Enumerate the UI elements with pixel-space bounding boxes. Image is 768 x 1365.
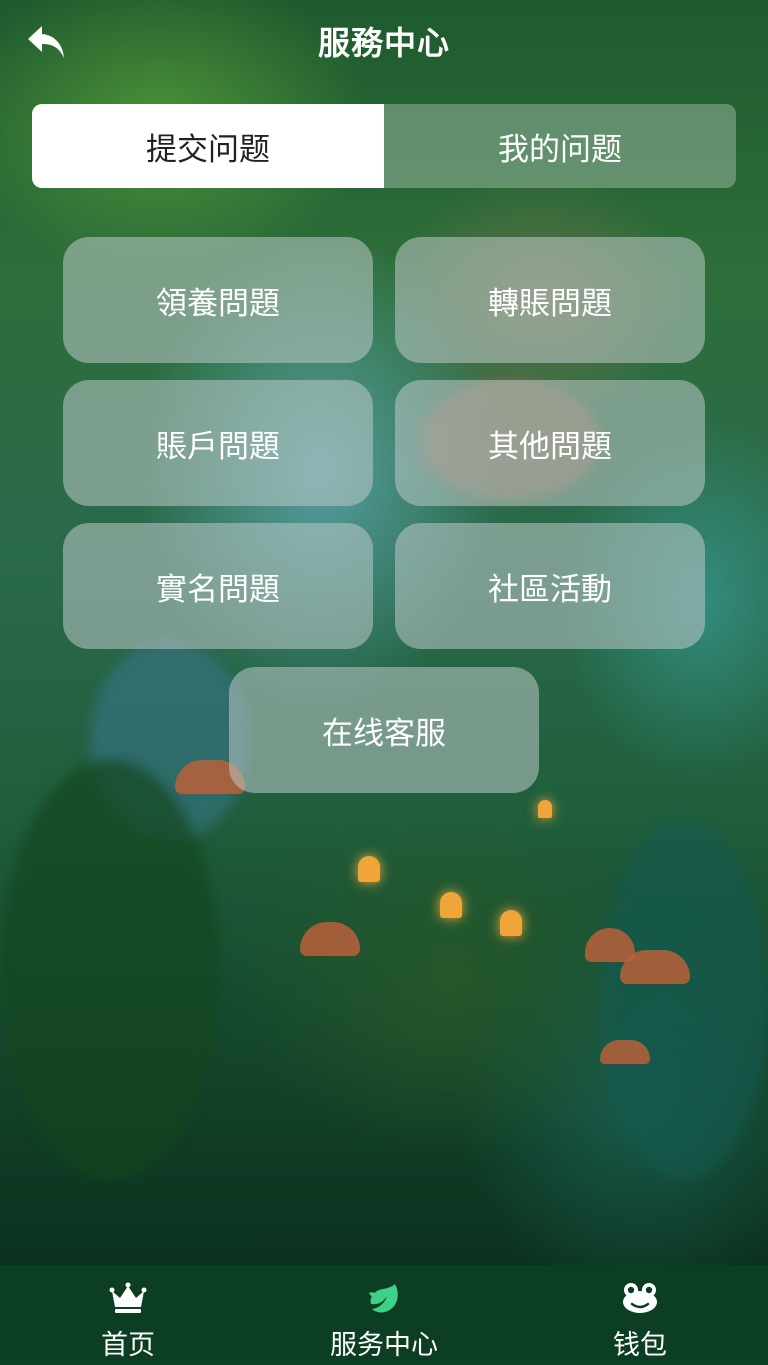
page-title: 服務中心 [317, 24, 450, 62]
adoption-issue-button[interactable]: 領養問題 [63, 237, 373, 363]
crown-icon [109, 1282, 147, 1313]
nav-label-service-center: 服务中心 [330, 1330, 438, 1361]
nav-item-home[interactable]: 首页 [0, 1265, 256, 1365]
tab-my-questions[interactable]: 我的问题 [384, 104, 736, 188]
tab-submit-question[interactable]: 提交问题 [32, 104, 384, 188]
community-activity-button[interactable]: 社區活動 [395, 523, 705, 649]
header: 服務中心 [0, 0, 768, 84]
frog-wallet-icon [623, 1283, 657, 1313]
other-issue-button[interactable]: 其他問題 [395, 380, 705, 506]
nav-label-home: 首页 [101, 1330, 155, 1361]
account-issue-button[interactable]: 賬戶問題 [63, 380, 373, 506]
nav-item-wallet[interactable]: 钱包 [512, 1265, 768, 1365]
nav-item-service-center[interactable]: 服务中心 [256, 1265, 512, 1365]
bottom-nav: 首页 服务中心 钱包 [0, 1265, 768, 1365]
leaf-service-icon [369, 1284, 398, 1313]
online-support-button[interactable]: 在线客服 [229, 667, 539, 793]
real-name-issue-button[interactable]: 實名問題 [63, 523, 373, 649]
tab-bar: 提交问题 我的问题 [32, 104, 736, 188]
transfer-issue-button[interactable]: 轉賬問題 [395, 237, 705, 363]
nav-label-wallet: 钱包 [613, 1330, 667, 1361]
